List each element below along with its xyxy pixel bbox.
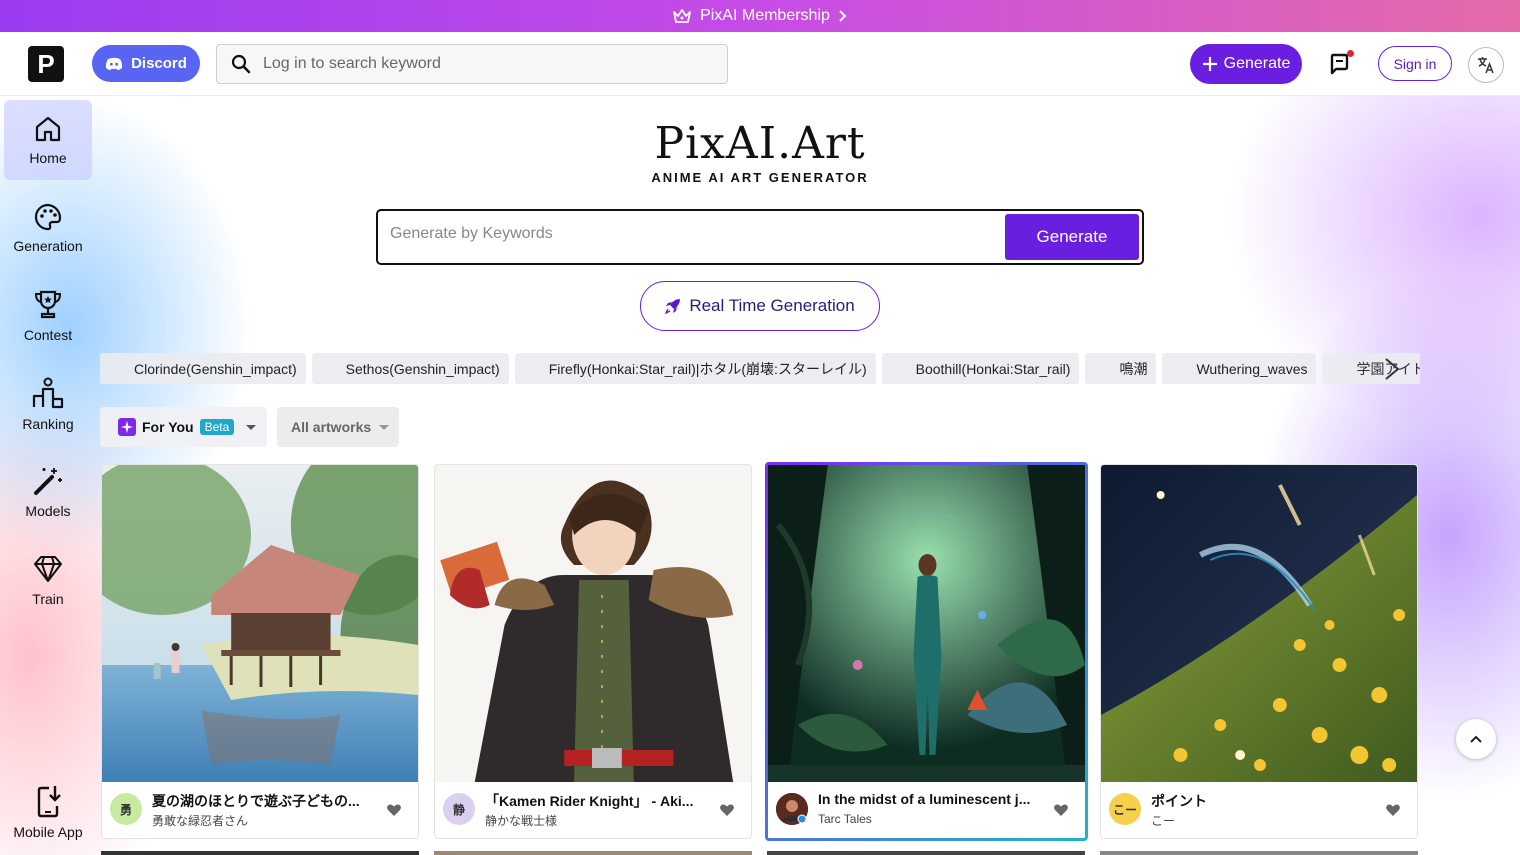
avatar[interactable]: 静 <box>443 793 475 825</box>
scroll-to-top-button[interactable] <box>1456 719 1496 759</box>
user-avatar-icon <box>776 793 808 825</box>
chevron-right-icon <box>839 10 847 22</box>
ranking-icon <box>32 377 64 409</box>
translate-icon <box>1478 57 1494 74</box>
search-input[interactable] <box>263 55 703 73</box>
artwork-author[interactable]: 勇敢な緑忍者さん <box>152 812 372 829</box>
heart-icon[interactable] <box>719 802 735 818</box>
notification-button[interactable] <box>1324 48 1356 80</box>
trophy-icon <box>34 290 62 319</box>
sidebar-item-mobile-app[interactable]: Mobile App <box>4 772 92 852</box>
heart-icon[interactable] <box>1053 802 1069 818</box>
prompt-generate-button[interactable]: Generate <box>1005 214 1139 260</box>
tag-chip[interactable]: 鳴潮 <box>1085 353 1157 384</box>
artwork-meta: 静 「Kamen Rider Knight」 - Aki... 静かな戦士様 <box>435 782 751 838</box>
sidebar-item-train[interactable]: Train <box>4 540 92 620</box>
real-time-label: Real Time Generation <box>689 296 855 315</box>
sidebar-item-contest[interactable]: Contest <box>4 276 92 356</box>
sidebar-item-label: Train <box>32 591 64 607</box>
artwork-meta: 勇 夏の湖のほとりで遊ぶ子どもの... 勇敢な緑忍者さん <box>102 782 418 838</box>
sidebar-item-label: Contest <box>23 327 73 343</box>
header-generate-label: Generate <box>1223 55 1291 72</box>
sidebar-item-models[interactable]: Models <box>4 452 92 532</box>
next-row-card-peek <box>1100 851 1418 855</box>
header-generate-button[interactable]: Generate <box>1190 44 1302 84</box>
artwork-card[interactable]: 勇 夏の湖のほとりで遊ぶ子どもの... 勇敢な緑忍者さん <box>101 464 419 839</box>
prompt-input[interactable] <box>390 225 990 243</box>
tag-chip[interactable]: Wuthering_waves <box>1162 353 1317 384</box>
artwork-card[interactable]: 静 「Kamen Rider Knight」 - Aki... 静かな戦士様 <box>434 464 752 839</box>
artwork-title: 夏の湖のほとりで遊ぶ子どもの... <box>152 793 360 809</box>
sidebar-item-label: Mobile App <box>13 824 83 840</box>
artwork-meta: こー ポイント こー <box>1101 782 1417 838</box>
crown-icon <box>673 9 691 23</box>
artwork-title: 「Kamen Rider Knight」 - Aki... <box>485 793 694 809</box>
avatar[interactable] <box>776 793 808 825</box>
artwork-image[interactable] <box>102 465 418 782</box>
sidebar-item-ranking[interactable]: Ranking <box>4 364 92 444</box>
sidebar-item-label: Models <box>25 503 71 519</box>
artwork-meta: In the midst of a luminescent j... Tarc … <box>768 782 1085 838</box>
palette-icon <box>34 203 62 231</box>
chevron-up-icon <box>1470 735 1482 743</box>
rocket-icon <box>665 299 681 314</box>
avatar[interactable]: こー <box>1109 793 1141 825</box>
plus-icon <box>1202 57 1217 71</box>
sidebar: Home Generation Contest Ranking Models T… <box>0 96 96 855</box>
all-artworks-filter[interactable]: All artworks <box>277 407 399 447</box>
artwork-image[interactable] <box>435 465 751 782</box>
for-you-label: For You <box>142 419 194 435</box>
tag-chip[interactable]: Clorinde(Genshin_impact) <box>100 353 306 384</box>
heart-icon[interactable] <box>386 802 402 818</box>
sparkle-icon <box>118 418 136 436</box>
artwork-image[interactable] <box>1101 465 1417 782</box>
artwork-title: In the midst of a luminescent j... <box>818 791 1031 807</box>
tag-chip[interactable]: Sethos(Genshin_impact) <box>311 353 509 384</box>
magic-wand-icon <box>34 468 62 495</box>
avatar[interactable]: 勇 <box>110 793 142 825</box>
search-icon <box>231 54 251 74</box>
tag-chip[interactable]: Boothill(Honkai:Star_rail) <box>881 353 1080 384</box>
next-row-card-peek <box>767 851 1085 855</box>
artwork-title: ポイント <box>1151 793 1207 809</box>
notification-dot <box>1347 50 1354 57</box>
search-bar <box>216 44 728 84</box>
all-artworks-label: All artworks <box>291 419 372 435</box>
generate-prompt-box: Generate <box>376 209 1144 265</box>
sidebar-item-label: Generation <box>13 238 83 254</box>
mobile-download-icon <box>37 786 61 818</box>
chevron-down-icon <box>246 424 257 430</box>
heart-icon[interactable] <box>1385 802 1401 818</box>
artwork-author[interactable]: Tarc Tales <box>818 812 1038 826</box>
tags-next-arrow-icon[interactable] <box>1380 356 1404 382</box>
next-row-card-peek <box>101 851 419 855</box>
top-header: P Discord Generate Sign in <box>0 32 1520 96</box>
tag-chip[interactable]: 学園アイドルマスター <box>1322 353 1420 384</box>
tag-chip[interactable]: Firefly(Honkai:Star_rail)|ホタル(崩壊:スターレイル) <box>514 353 876 384</box>
page-title: PixAI.Art <box>654 118 866 169</box>
language-button[interactable] <box>1468 47 1504 83</box>
artwork-card-highlighted[interactable]: In the midst of a luminescent j... Tarc … <box>765 462 1088 841</box>
next-row-card-peek <box>434 851 752 855</box>
sidebar-item-label: Ranking <box>22 416 74 432</box>
beta-badge: Beta <box>199 419 235 435</box>
sign-in-button[interactable]: Sign in <box>1378 46 1452 81</box>
artwork-card[interactable]: こー ポイント こー <box>1100 464 1418 839</box>
discord-button[interactable]: Discord <box>92 45 200 82</box>
real-time-generation-button[interactable]: Real Time Generation <box>640 281 880 331</box>
membership-banner[interactable]: PixAI Membership <box>0 0 1520 32</box>
for-you-filter[interactable]: For You Beta <box>100 407 267 447</box>
artwork-image[interactable] <box>768 465 1085 782</box>
page-subtitle: ANIME AI ART GENERATOR <box>651 170 869 185</box>
tag-carousel: Clorinde(Genshin_impact) Sethos(Genshin_… <box>100 353 1420 385</box>
banner-text: PixAI Membership <box>700 7 830 24</box>
artwork-author[interactable]: 静かな戦士様 <box>485 812 705 829</box>
artwork-author[interactable]: こー <box>1151 812 1371 829</box>
discord-icon <box>105 57 123 70</box>
discord-label: Discord <box>131 55 187 72</box>
pixai-logo[interactable]: P <box>28 46 64 82</box>
chevron-down-icon <box>379 424 390 430</box>
diamond-icon <box>34 556 62 582</box>
sidebar-item-generation[interactable]: Generation <box>4 188 92 268</box>
